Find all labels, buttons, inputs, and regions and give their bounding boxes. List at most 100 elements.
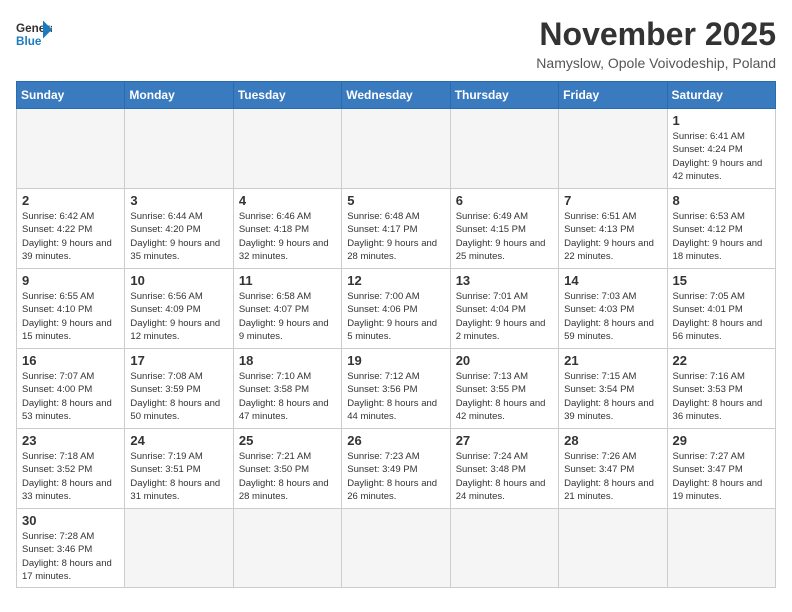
day-number: 23 [22, 433, 119, 448]
day-info: Sunrise: 7:23 AM Sunset: 3:49 PM Dayligh… [347, 450, 444, 503]
calendar-cell [342, 509, 450, 588]
calendar-cell: 20Sunrise: 7:13 AM Sunset: 3:55 PM Dayli… [450, 349, 558, 429]
weekday-wednesday: Wednesday [342, 82, 450, 109]
calendar-cell [233, 509, 341, 588]
day-number: 10 [130, 273, 227, 288]
day-number: 7 [564, 193, 661, 208]
day-number: 21 [564, 353, 661, 368]
day-info: Sunrise: 7:19 AM Sunset: 3:51 PM Dayligh… [130, 450, 227, 503]
day-number: 1 [673, 113, 770, 128]
calendar-cell [125, 109, 233, 189]
calendar-cell [667, 509, 775, 588]
calendar-cell: 11 Sunrise: 6:58 AM Sunset: 4:07 PM Dayli… [233, 269, 341, 349]
calendar-cell: 15 Sunrise: 7:05 AM Sunset: 4:01 PM Dayli… [667, 269, 775, 349]
calendar-cell: 6 Sunrise: 6:49 AM Sunset: 4:15 PM Daylig… [450, 189, 558, 269]
day-number: 24 [130, 433, 227, 448]
day-info: Sunrise: 7:05 AM Sunset: 4:01 PM Dayligh… [673, 290, 770, 343]
calendar-title: November 2025 [536, 16, 776, 53]
calendar-cell: 24 Sunrise: 7:19 AM Sunset: 3:51 PM Dayli… [125, 429, 233, 509]
week-row-4: 16 Sunrise: 7:07 AM Sunset: 4:00 PM Dayli… [17, 349, 776, 429]
svg-text:Blue: Blue [16, 35, 42, 48]
logo: General Blue [16, 16, 52, 52]
day-info: Sunrise: 7:16 AM Sunset: 3:53 PM Dayligh… [673, 370, 770, 423]
weekday-sunday: Sunday [17, 82, 125, 109]
day-info: Sunrise: 7:01 AM Sunset: 4:04 PM Dayligh… [456, 290, 553, 343]
calendar-cell [559, 509, 667, 588]
week-row-3: 9 Sunrise: 6:55 AM Sunset: 4:10 PM Daylig… [17, 269, 776, 349]
day-number: 17 [130, 353, 227, 368]
day-info: Sunrise: 6:58 AM Sunset: 4:07 PM Dayligh… [239, 290, 336, 343]
day-number: 28 [564, 433, 661, 448]
day-number: 3 [130, 193, 227, 208]
calendar-cell: 3 Sunrise: 6:44 AM Sunset: 4:20 PM Daylig… [125, 189, 233, 269]
calendar-cell: 10 Sunrise: 6:56 AM Sunset: 4:09 PM Dayli… [125, 269, 233, 349]
calendar-cell: 18 Sunrise: 7:10 AM Sunset: 3:58 PM Dayli… [233, 349, 341, 429]
day-number: 27 [456, 433, 553, 448]
day-number: 29 [673, 433, 770, 448]
page-header: General Blue November 2025 Namyslow, Opo… [16, 16, 776, 71]
calendar-cell: 29 Sunrise: 7:27 AM Sunset: 3:47 PM Dayli… [667, 429, 775, 509]
calendar-cell: 4Sunrise: 6:46 AM Sunset: 4:18 PM Daylig… [233, 189, 341, 269]
weekday-saturday: Saturday [667, 82, 775, 109]
calendar-cell: 28 Sunrise: 7:26 AM Sunset: 3:47 PM Dayli… [559, 429, 667, 509]
day-number: 14 [564, 273, 661, 288]
calendar-cell: 19 Sunrise: 7:12 AM Sunset: 3:56 PM Dayli… [342, 349, 450, 429]
day-number: 19 [347, 353, 444, 368]
day-info: Sunrise: 7:15 AM Sunset: 3:54 PM Dayligh… [564, 370, 661, 423]
day-number: 16 [22, 353, 119, 368]
day-info: Sunrise: 7:12 AM Sunset: 3:56 PM Dayligh… [347, 370, 444, 423]
day-info: Sunrise: 7:18 AM Sunset: 3:52 PM Dayligh… [22, 450, 119, 503]
day-number: 8 [673, 193, 770, 208]
day-info: Sunrise: 7:10 AM Sunset: 3:58 PM Dayligh… [239, 370, 336, 423]
day-info: Sunrise: 7:24 AM Sunset: 3:48 PM Dayligh… [456, 450, 553, 503]
calendar-cell: 5Sunrise: 6:48 AM Sunset: 4:17 PM Daylig… [342, 189, 450, 269]
calendar-subtitle: Namyslow, Opole Voivodeship, Poland [536, 55, 776, 71]
calendar-cell: 27 Sunrise: 7:24 AM Sunset: 3:48 PM Dayli… [450, 429, 558, 509]
day-number: 26 [347, 433, 444, 448]
calendar-cell [17, 109, 125, 189]
calendar-cell [342, 109, 450, 189]
day-info: Sunrise: 6:55 AM Sunset: 4:10 PM Dayligh… [22, 290, 119, 343]
calendar-cell [450, 509, 558, 588]
day-info: Sunrise: 7:00 AM Sunset: 4:06 PM Dayligh… [347, 290, 444, 343]
calendar-cell: 26 Sunrise: 7:23 AM Sunset: 3:49 PM Dayli… [342, 429, 450, 509]
calendar-cell: 7Sunrise: 6:51 AM Sunset: 4:13 PM Daylig… [559, 189, 667, 269]
day-info: Sunrise: 6:49 AM Sunset: 4:15 PM Dayligh… [456, 210, 553, 263]
day-info: Sunrise: 6:44 AM Sunset: 4:20 PM Dayligh… [130, 210, 227, 263]
calendar-cell: 8Sunrise: 6:53 AM Sunset: 4:12 PM Daylig… [667, 189, 775, 269]
day-info: Sunrise: 7:03 AM Sunset: 4:03 PM Dayligh… [564, 290, 661, 343]
day-info: Sunrise: 7:08 AM Sunset: 3:59 PM Dayligh… [130, 370, 227, 423]
day-number: 25 [239, 433, 336, 448]
calendar-cell [559, 109, 667, 189]
day-number: 2 [22, 193, 119, 208]
day-number: 6 [456, 193, 553, 208]
weekday-thursday: Thursday [450, 82, 558, 109]
day-info: Sunrise: 6:56 AM Sunset: 4:09 PM Dayligh… [130, 290, 227, 343]
weekday-friday: Friday [559, 82, 667, 109]
day-number: 11 [239, 273, 336, 288]
day-number: 20 [456, 353, 553, 368]
day-info: Sunrise: 7:26 AM Sunset: 3:47 PM Dayligh… [564, 450, 661, 503]
day-number: 9 [22, 273, 119, 288]
day-number: 5 [347, 193, 444, 208]
calendar-cell [450, 109, 558, 189]
day-number: 18 [239, 353, 336, 368]
day-number: 4 [239, 193, 336, 208]
calendar-cell: 25Sunrise: 7:21 AM Sunset: 3:50 PM Dayli… [233, 429, 341, 509]
day-info: Sunrise: 7:27 AM Sunset: 3:47 PM Dayligh… [673, 450, 770, 503]
day-number: 13 [456, 273, 553, 288]
calendar-cell: 14 Sunrise: 7:03 AM Sunset: 4:03 PM Dayli… [559, 269, 667, 349]
calendar-cell: 22Sunrise: 7:16 AM Sunset: 3:53 PM Dayli… [667, 349, 775, 429]
day-info: Sunrise: 6:41 AM Sunset: 4:24 PM Dayligh… [673, 130, 770, 183]
week-row-1: 1 Sunrise: 6:41 AM Sunset: 4:24 PM Daylig… [17, 109, 776, 189]
calendar-cell: 13 Sunrise: 7:01 AM Sunset: 4:04 PM Dayli… [450, 269, 558, 349]
week-row-2: 2 Sunrise: 6:42 AM Sunset: 4:22 PM Daylig… [17, 189, 776, 269]
calendar-cell: 21 Sunrise: 7:15 AM Sunset: 3:54 PM Dayli… [559, 349, 667, 429]
day-info: Sunrise: 6:42 AM Sunset: 4:22 PM Dayligh… [22, 210, 119, 263]
calendar-cell [233, 109, 341, 189]
calendar-cell: 12Sunrise: 7:00 AM Sunset: 4:06 PM Dayli… [342, 269, 450, 349]
calendar-cell: 1 Sunrise: 6:41 AM Sunset: 4:24 PM Daylig… [667, 109, 775, 189]
day-number: 15 [673, 273, 770, 288]
day-info: Sunrise: 7:07 AM Sunset: 4:00 PM Dayligh… [22, 370, 119, 423]
calendar-table: SundayMondayTuesdayWednesdayThursdayFrid… [16, 81, 776, 588]
